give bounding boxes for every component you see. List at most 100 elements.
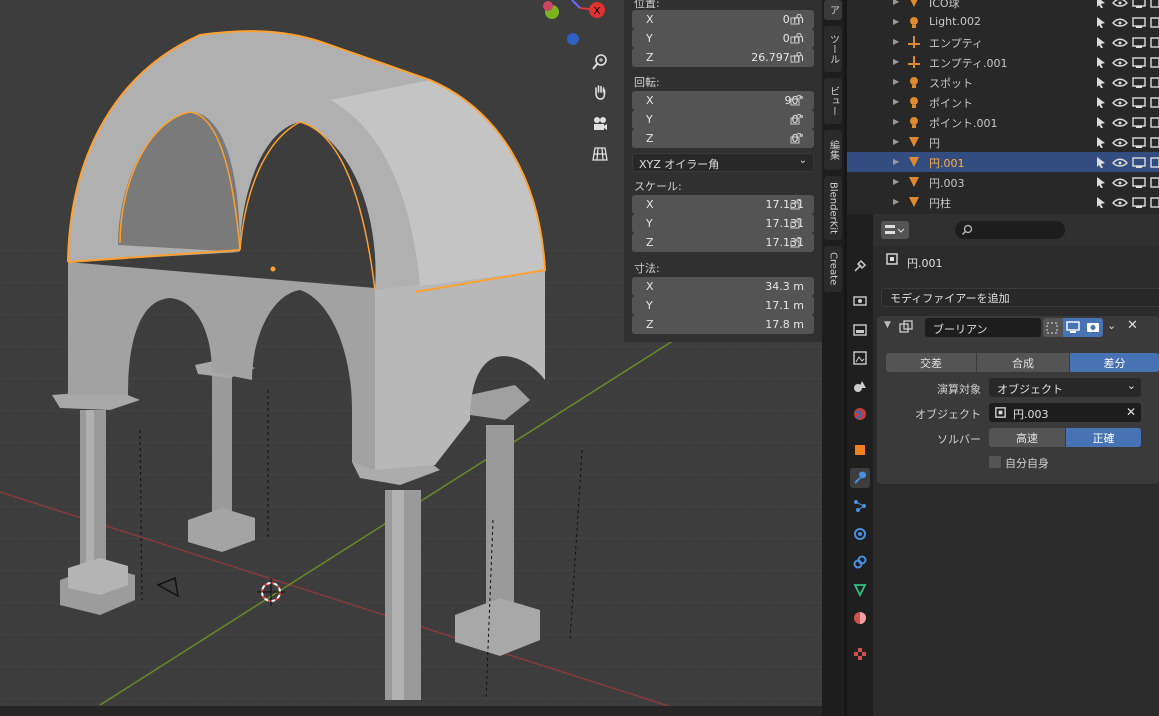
dimensions-z-field[interactable]: Z 17.8 m xyxy=(632,315,814,334)
row-visibility-icons xyxy=(1093,175,1159,189)
union-button[interactable]: 合成 xyxy=(977,353,1069,372)
outliner-row[interactable]: ▶ ICO球 xyxy=(847,0,1159,12)
lock-icon[interactable] xyxy=(790,198,804,210)
collapse-arrow-icon[interactable]: ▼ xyxy=(884,320,891,330)
render-camera-icon[interactable] xyxy=(1083,318,1103,337)
location-x-field[interactable]: X0 m xyxy=(632,10,814,29)
clear-icon[interactable]: ✕ xyxy=(1126,405,1136,419)
view-layer-tab-icon[interactable] xyxy=(850,348,870,368)
hand-pan-icon[interactable] xyxy=(588,80,612,104)
camera-view-icon[interactable] xyxy=(588,112,612,136)
render-tab-icon[interactable] xyxy=(850,290,870,310)
scene-tab-icon[interactable] xyxy=(850,376,870,396)
difference-button[interactable]: 差分 xyxy=(1070,353,1159,372)
outliner-row[interactable]: ▶ ポイント.001 xyxy=(847,112,1159,132)
sidebar-tabs: ア ツール ビュー 編集 BlenderKit Create xyxy=(822,0,844,716)
constraints-tab-icon[interactable] xyxy=(850,552,870,572)
rotation-x-field[interactable]: X 90° xyxy=(632,91,814,110)
lock-icon[interactable] xyxy=(790,236,804,248)
rotation-label: 回転: xyxy=(634,76,660,89)
expand-arrow-icon[interactable]: ▶ xyxy=(893,17,899,26)
expand-arrow-icon[interactable]: ▶ xyxy=(893,117,899,126)
physics-tab-icon[interactable] xyxy=(850,524,870,544)
tab-blenderkit[interactable]: BlenderKit xyxy=(824,176,842,240)
lock-icon[interactable] xyxy=(790,132,804,144)
operand-dropdown[interactable]: オブジェクト ⌄ xyxy=(989,378,1141,397)
lock-icon[interactable] xyxy=(790,113,804,125)
expand-arrow-icon[interactable]: ▶ xyxy=(893,97,899,106)
tab-view[interactable]: ビュー xyxy=(824,78,842,124)
expand-arrow-icon[interactable]: ▶ xyxy=(893,37,899,46)
expand-arrow-icon[interactable]: ▶ xyxy=(893,157,899,166)
expand-arrow-icon[interactable]: ▶ xyxy=(893,197,899,206)
lock-icon[interactable] xyxy=(790,32,804,44)
expand-arrow-icon[interactable]: ▶ xyxy=(893,137,899,146)
expand-arrow-icon[interactable]: ▶ xyxy=(893,0,899,6)
outliner-row[interactable]: ▶ エンプティ.001 xyxy=(847,52,1159,72)
lock-icon[interactable] xyxy=(790,217,804,229)
light-object-icon xyxy=(907,75,921,89)
editor-type-dropdown[interactable] xyxy=(881,221,909,239)
scale-z-field[interactable]: Z 17.131 xyxy=(632,233,814,252)
outliner-row[interactable]: ▶ 円 xyxy=(847,132,1159,152)
tab-item[interactable]: ア xyxy=(824,0,842,20)
expand-arrow-icon[interactable]: ▶ xyxy=(893,177,899,186)
add-modifier-button[interactable]: モディファイアーを追加 xyxy=(881,288,1159,307)
viewport-display-icon[interactable] xyxy=(1063,318,1083,337)
outliner-row[interactable]: ▶ エンプティ xyxy=(847,32,1159,52)
location-z-field[interactable]: Z 26.797 m xyxy=(632,48,814,67)
tab-tool[interactable]: ツール xyxy=(824,26,842,72)
edit-mode-icon[interactable] xyxy=(1045,321,1059,335)
zoom-icon[interactable] xyxy=(588,50,612,74)
material-tab-icon[interactable] xyxy=(850,608,870,628)
outliner-row[interactable]: ▶ 円柱 xyxy=(847,192,1159,212)
modifier-tab-icon[interactable] xyxy=(850,468,870,488)
scale-y-field[interactable]: Y 17.131 xyxy=(632,214,814,233)
object-tab-icon[interactable] xyxy=(850,440,870,460)
data-tab-icon[interactable] xyxy=(850,580,870,600)
mesh-object-icon xyxy=(907,0,921,9)
dimensions-x-field[interactable]: X 34.3 m xyxy=(632,277,814,296)
rotation-mode-dropdown[interactable]: XYZ オイラー角 ⌄ xyxy=(632,153,814,172)
particles-tab-icon[interactable] xyxy=(850,496,870,516)
lock-icon[interactable] xyxy=(790,51,804,63)
outliner-row[interactable]: ▶ Light.002 xyxy=(847,12,1159,32)
rotation-z-field[interactable]: Z 0° xyxy=(632,129,814,148)
scale-x-field[interactable]: X 17.131 xyxy=(632,195,814,214)
outliner-row[interactable]: ▶ ポイント xyxy=(847,92,1159,112)
texture-tab-icon[interactable] xyxy=(850,644,870,664)
rotation-y-field[interactable]: Y 0° xyxy=(632,110,814,129)
lock-icon[interactable] xyxy=(790,13,804,25)
expand-arrow-icon[interactable]: ▶ xyxy=(893,57,899,66)
outliner-item-label: 円柱 xyxy=(929,197,951,210)
close-icon[interactable]: ✕ xyxy=(1127,318,1138,333)
row-visibility-icons xyxy=(1093,135,1159,149)
outliner-item-label: 円.001 xyxy=(929,157,965,170)
solver-fast-button[interactable]: 高速 xyxy=(989,428,1065,447)
expand-arrow-icon[interactable]: ▶ xyxy=(893,77,899,86)
dimensions-y-field[interactable]: Y 17.1 m xyxy=(632,296,814,315)
tool-tab-icon[interactable] xyxy=(850,256,870,276)
outliner-row[interactable]: ▶ 円.003 xyxy=(847,172,1159,192)
object-field[interactable]: 円.003 ✕ xyxy=(989,403,1141,422)
intersect-button[interactable]: 交差 xyxy=(886,353,976,372)
tab-create[interactable]: Create xyxy=(824,246,842,292)
self-checkbox[interactable] xyxy=(989,456,1001,468)
outliner-item-label: エンプティ xyxy=(929,37,984,50)
output-tab-icon[interactable] xyxy=(850,320,870,340)
chevron-down-icon[interactable]: ⌄ xyxy=(1107,319,1116,332)
solver-exact-button[interactable]: 正確 xyxy=(1066,428,1141,447)
properties-search-input[interactable] xyxy=(955,221,1065,239)
object-icon xyxy=(886,253,898,265)
3d-viewport[interactable]: X 位置: X0 m Y0 m Z 26.797 m 回転: X 90° Y 0° Z… xyxy=(0,0,822,716)
lock-icon[interactable] xyxy=(790,94,804,106)
row-visibility-icons xyxy=(1093,195,1159,209)
grid-perspective-icon[interactable] xyxy=(588,142,612,166)
outliner-row[interactable]: ▶ スポット xyxy=(847,72,1159,92)
location-y-field[interactable]: Y0 m xyxy=(632,29,814,48)
chevron-down-icon: ⌄ xyxy=(1126,379,1136,392)
outliner-row[interactable]: ▶ 円.001 xyxy=(847,152,1159,172)
modifier-name-field[interactable]: ブーリアン xyxy=(925,318,1041,337)
world-tab-icon[interactable] xyxy=(850,404,870,424)
tab-edit[interactable]: 編集 xyxy=(824,130,842,170)
